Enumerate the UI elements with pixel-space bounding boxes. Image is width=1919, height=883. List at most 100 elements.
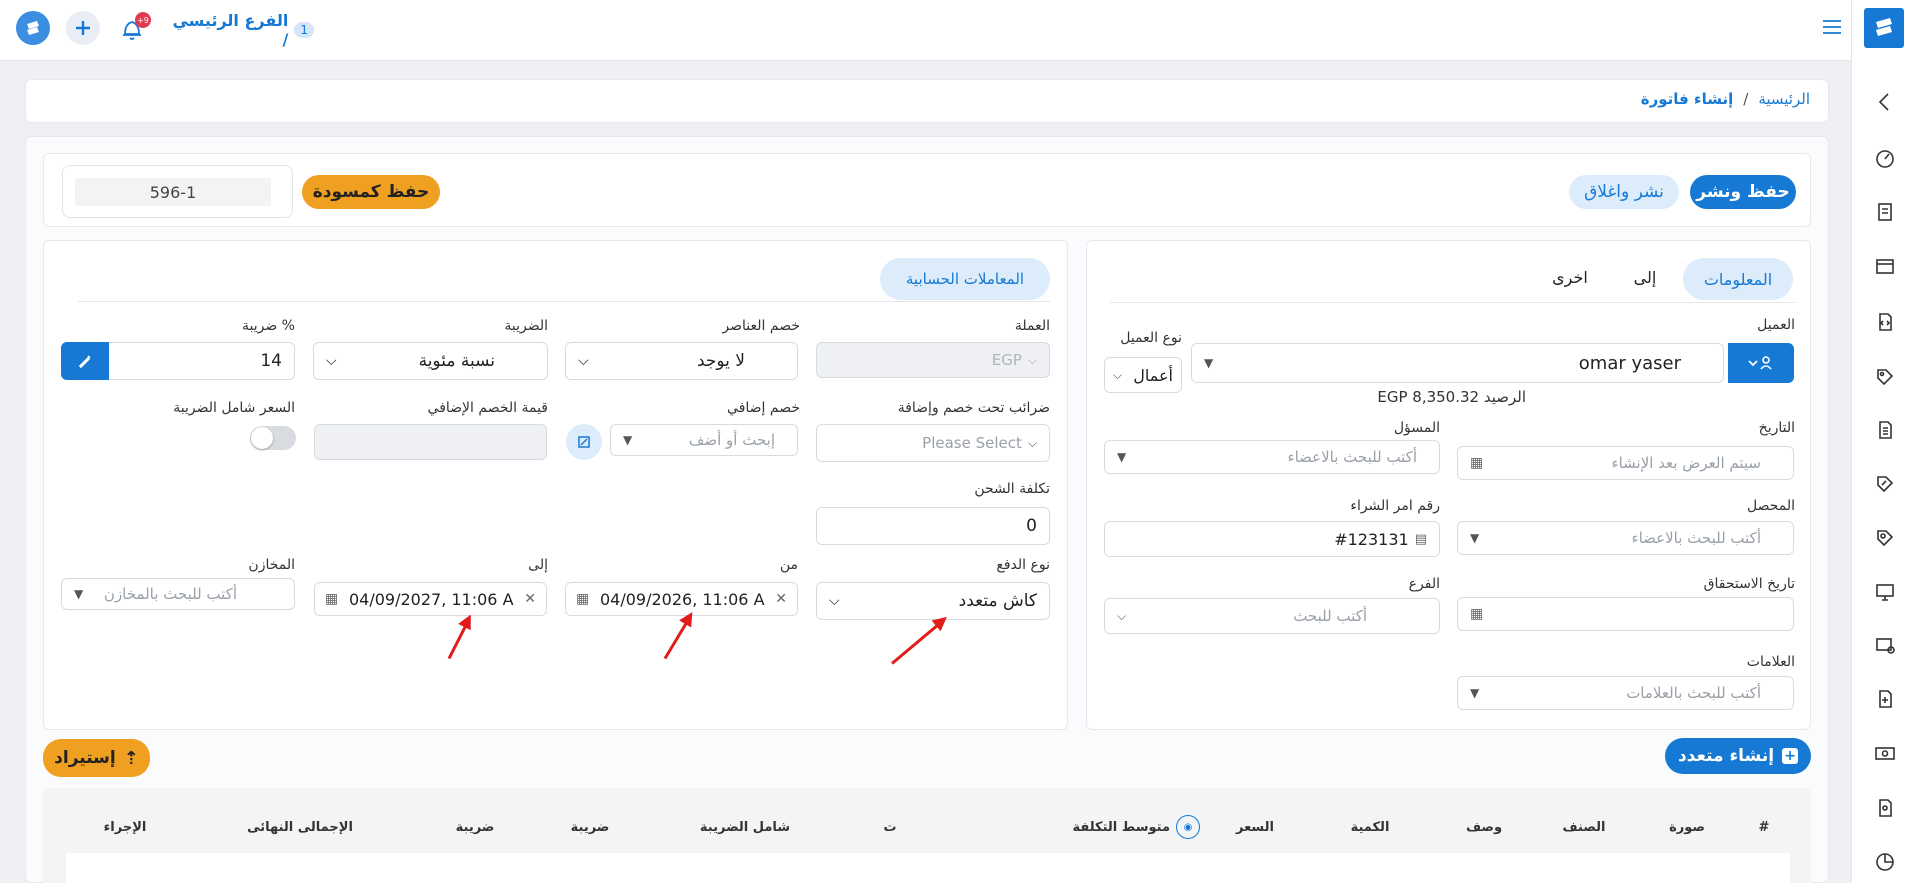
eye-icon[interactable]: ◉ (1176, 815, 1200, 839)
document-icon[interactable] (1873, 418, 1897, 442)
col-tax-2: ضريبة (455, 820, 495, 835)
discount-settings-button[interactable] (566, 424, 602, 460)
collector-select[interactable]: أكتب للبحث بالاعضاء ▼ (1457, 521, 1794, 555)
extra-discount-value-input (314, 424, 547, 460)
taxes-under-select[interactable]: ⌵ Please Select (816, 424, 1050, 462)
invoice-number-input[interactable]: 596-1 (75, 178, 271, 206)
to-date-value: 04/09/2027, 11:06 A (348, 589, 514, 609)
extra-discount-select[interactable]: إبحث أو أضف ▼ (610, 424, 798, 456)
money-add-icon[interactable] (1873, 633, 1897, 657)
col-avg-cost-label: متوسط التكلفة (1072, 819, 1171, 835)
add-icon[interactable] (66, 11, 100, 45)
payment-type-select[interactable]: كاش متعدد ⌵ (816, 582, 1050, 620)
to-date-field[interactable]: ▦ 04/09/2027, 11:06 A ✕ (314, 582, 547, 616)
tags-select[interactable]: أكتب للبحث بالعلامات ▼ (1457, 676, 1794, 710)
chevron-down-icon: ⌵ (326, 353, 337, 369)
coupon-icon[interactable] (1873, 472, 1897, 496)
tax-inclusive-toggle[interactable] (250, 426, 296, 450)
clear-icon[interactable]: ✕ (775, 591, 787, 607)
col-action: الإجراء (103, 820, 147, 835)
table-body (66, 853, 1790, 883)
date-field[interactable]: سيتم العرض بعد الإنشاء ▦ (1457, 446, 1794, 480)
tags-label: العلامات (1746, 654, 1795, 670)
breadcrumb-home-link[interactable]: الرئيسية (1758, 90, 1810, 112)
dashboard-icon[interactable] (1873, 147, 1897, 171)
calendar-icon: ▦ (325, 591, 339, 607)
code-file-icon[interactable] (1873, 310, 1897, 334)
branch-select[interactable]: أكتب للبحث ⌵ (1104, 598, 1440, 634)
col-index: # (1758, 820, 1770, 835)
col-image: صورة (1669, 820, 1705, 835)
tab-other[interactable]: اخرى (1540, 268, 1600, 292)
offer-tag-icon[interactable] (1873, 526, 1897, 550)
breadcrumb: الرئيسية / إنشاء فاتورة (1600, 90, 1810, 112)
col-quantity: الكمية (1350, 820, 1390, 835)
shipping-label: تكلفة الشحن (974, 481, 1050, 497)
chevron-down-icon: ▼ (1470, 686, 1480, 700)
item-discount-value: لا يوجد (696, 351, 745, 371)
due-date-field[interactable]: ▦ (1457, 597, 1794, 631)
tax-type-select[interactable]: نسبة مئوية ⌵ (313, 342, 548, 380)
customer-search-button[interactable] (1728, 343, 1794, 383)
tax-percent-label: ضريبة % (241, 318, 295, 334)
pos-icon[interactable] (1873, 255, 1897, 279)
col-price: السعر (1236, 820, 1274, 835)
notification-badge: +9 (135, 12, 151, 28)
cash-icon[interactable] (1873, 741, 1897, 765)
col-tax-inclusive: شامل الضريبة (699, 820, 791, 835)
discount-tag-icon[interactable] (1873, 365, 1897, 389)
extra-discount-placeholder: إبحث أو أضف (688, 431, 775, 449)
upload-icon: ⇡ (123, 747, 139, 769)
chevron-down-icon: ⌵ (1027, 352, 1037, 367)
shipping-input[interactable]: 0 (816, 507, 1050, 545)
chevron-down-icon: ▼ (74, 587, 84, 601)
warehouses-placeholder: أكتب للبحث بالمخازن (103, 585, 237, 603)
col-description: وصف (1465, 820, 1503, 835)
col-avg-cost: ◉ متوسط التكلفة (1060, 814, 1200, 840)
sales-invoice-icon[interactable] (1873, 201, 1897, 225)
file-add-icon[interactable] (1873, 687, 1897, 711)
customer-select[interactable]: omar yaser ▼ (1191, 343, 1724, 383)
save-publish-button[interactable]: حفظ ونشر (1690, 175, 1796, 209)
currency-label: العملة (1014, 318, 1050, 334)
import-button[interactable]: ⇡ إستيراد (43, 739, 150, 777)
col-tax: ضريبة (570, 820, 610, 835)
tax-inclusive-label: السعر شامل الضريبة (173, 400, 295, 416)
branch-selector[interactable]: 1 الفرع الرئيسي / (166, 11, 314, 49)
currency-select[interactable]: ⌵ EGP (816, 342, 1050, 378)
create-multiple-button[interactable]: + إنشاء متعدد (1665, 738, 1811, 774)
reports-icon[interactable] (1873, 850, 1897, 874)
chevron-down-icon: ⌵ (1117, 608, 1127, 623)
responsible-select[interactable]: أكتب للبحث بالاعضاء ▼ (1104, 440, 1440, 474)
tax-type-value: نسبة مئوية (418, 351, 495, 371)
hamburger-menu-icon[interactable] (1822, 18, 1842, 36)
user-file-icon[interactable] (1873, 796, 1897, 820)
tags-placeholder: أكتب للبحث بالعلامات (1626, 684, 1761, 702)
tab-info[interactable]: المعلومات (1683, 258, 1793, 300)
item-discount-label: خصم العناصر (722, 318, 800, 334)
branch-name: الفرع الرئيسي / (172, 11, 289, 49)
from-date-field[interactable]: ▦ 04/09/2026, 11:06 A ✕ (565, 582, 798, 616)
calendar-icon: ▦ (1470, 606, 1484, 622)
toggle-knob (251, 427, 273, 449)
warehouses-select[interactable]: أكتب للبحث بالمخازن ▼ (61, 578, 295, 610)
app-logo-icon[interactable] (16, 11, 50, 45)
edit-tax-button[interactable] (61, 342, 109, 380)
publish-close-button[interactable]: نشر واغلاق (1569, 175, 1679, 209)
po-number-input[interactable]: ▤ #123131 (1104, 521, 1440, 557)
monitor-icon[interactable] (1873, 580, 1897, 604)
brand-logo-icon[interactable] (1864, 8, 1904, 48)
branch-label: الفرع (1408, 576, 1440, 592)
currency-value: EGP (991, 351, 1022, 369)
tab-to[interactable]: إلى (1620, 268, 1670, 292)
tab-accounting[interactable]: المعاملات الحسابية (880, 258, 1050, 300)
col-final-total: الإجمالى النهائى (247, 820, 353, 835)
save-draft-button[interactable]: حفظ كمسودة (302, 175, 440, 209)
chevron-down-icon: ⌵ (1113, 367, 1123, 382)
date-placeholder: سيتم العرض بعد الإنشاء (1611, 454, 1761, 472)
item-discount-select[interactable]: لا يوجد ⌵ (565, 342, 798, 380)
back-chevron-icon[interactable] (1873, 90, 1897, 114)
customer-type-select[interactable]: أعمال ⌵ (1104, 357, 1182, 393)
customer-value: omar yaser (1578, 352, 1681, 374)
clear-icon[interactable]: ✕ (524, 591, 536, 607)
